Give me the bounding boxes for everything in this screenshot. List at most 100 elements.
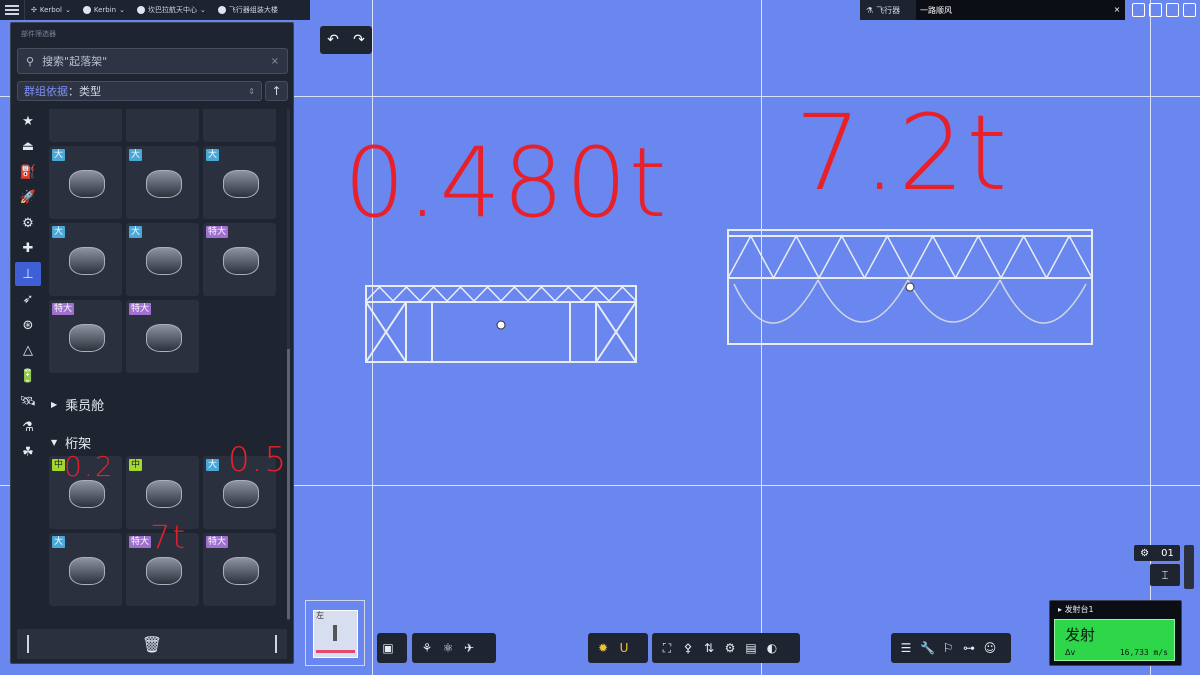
settings-icon[interactable]: [1183, 3, 1196, 17]
symmetry-widget[interactable]: 左: [305, 600, 365, 666]
control-icon[interactable]: ⚙: [15, 211, 41, 235]
building-icon: [217, 6, 226, 14]
part-tile[interactable]: 特大: [126, 300, 199, 373]
size-badge: 特大: [206, 536, 229, 548]
electrical-icon[interactable]: 🔋: [15, 364, 41, 388]
open-file-icon[interactable]: [1149, 3, 1162, 17]
breadcrumb-label: 飞行器组装大楼: [228, 6, 278, 14]
clear-search-button[interactable]: ×: [271, 56, 279, 67]
launch-button-label: 发射: [1065, 626, 1096, 644]
breadcrumb-space-center[interactable]: 坎巴拉航天中心 ⌄: [131, 0, 212, 20]
undo-icon[interactable]: ↶: [327, 32, 339, 48]
coupling-icon[interactable]: ⊥: [15, 262, 41, 286]
group-by-separator: ：: [68, 85, 79, 98]
cot-icon[interactable]: ⇅: [702, 641, 716, 655]
launch-panel: ▸ 发射台1 发射 Δv 16,733 m/s: [1049, 600, 1182, 666]
part-tile[interactable]: 大: [49, 223, 122, 296]
launch-site[interactable]: ▸ 发射台1: [1058, 604, 1094, 615]
part-tile[interactable]: [49, 109, 122, 142]
panel-footer: 🗑: [17, 629, 287, 659]
save-icon[interactable]: [1166, 3, 1179, 17]
group-by-select[interactable]: 群组依据 ： 类型 ⇕: [17, 81, 262, 101]
parts-panel: 部件筛选器 ⚲ 搜索"起落架" × 群组依据 ： 类型 ⇕ ↑ ★ ⏏ ⛽ 🚀 ⚙ ✚ ⊥ ➶…: [10, 22, 294, 664]
redo-icon[interactable]: ↷: [353, 32, 365, 48]
stage-counter[interactable]: ⚙ 01: [1134, 545, 1180, 561]
breadcrumb-kerbin[interactable]: Kerbin ⌄: [77, 0, 131, 20]
wrench-icon[interactable]: 🔧: [920, 641, 935, 655]
ground-icon[interactable]: ⊛: [15, 313, 41, 337]
trash-icon[interactable]: 🗑: [142, 635, 162, 654]
truss-small[interactable]: [360, 280, 645, 370]
annotation-mass-small: 0.480t: [344, 127, 669, 239]
offset-icon[interactable]: ⚛: [441, 641, 455, 655]
kerbal-icon[interactable]: ☺: [983, 641, 997, 655]
rotate-icon[interactable]: ✈: [462, 641, 476, 655]
communication-icon[interactable]: 🛰: [15, 390, 41, 414]
place-icon[interactable]: ⚘: [420, 641, 434, 655]
file-actions: [1128, 0, 1200, 20]
menu-icon[interactable]: [0, 0, 25, 20]
fuel-tank-icon[interactable]: ⛽: [15, 160, 41, 184]
part-tile[interactable]: 大: [126, 223, 199, 296]
sort-button[interactable]: ↑: [265, 81, 288, 101]
assembly-icon[interactable]: ▣: [381, 641, 395, 655]
size-badge: 特大: [129, 303, 152, 315]
section-crew[interactable]: ▶ 乘员舱: [51, 395, 104, 414]
gear-icon: ⚙: [1140, 547, 1150, 559]
launch-button[interactable]: 发射 Δv 16,733 m/s: [1054, 619, 1175, 661]
category-tabs: ★ ⏏ ⛽ 🚀 ⚙ ✚ ⊥ ➶ ⊛ △ 🔋 🛰 ⚗ ☘: [15, 109, 41, 466]
new-file-icon[interactable]: [1132, 3, 1145, 17]
com-icon[interactable]: ⛶: [660, 641, 674, 656]
col-icon[interactable]: ⚴: [681, 641, 695, 655]
part-tile[interactable]: 特大: [203, 223, 276, 296]
cargo-icon[interactable]: ☘: [15, 441, 41, 465]
engine-icon[interactable]: 🚀: [15, 186, 41, 210]
aero-icon[interactable]: ➶: [15, 288, 41, 312]
science-icon[interactable]: ⚗: [15, 415, 41, 439]
stage-number: 01: [1161, 547, 1174, 559]
part-tile[interactable]: 特大: [203, 533, 276, 606]
vessel-name-input[interactable]: 一路顺风: [916, 0, 1109, 20]
toolbar-view: ⛶ ⚴ ⇅ ⚙ ▤ ◐: [652, 633, 800, 663]
breadcrumb-vab[interactable]: 飞行器组装大楼: [212, 0, 284, 20]
part-tile[interactable]: 大: [49, 146, 122, 219]
scroll-thumb[interactable]: [287, 349, 290, 619]
size-badge: 大: [129, 149, 143, 161]
launch-site-label: 发射台1: [1064, 605, 1094, 614]
part-tile[interactable]: [126, 109, 199, 142]
search-input[interactable]: ⚲ 搜索"起落架" ×: [17, 48, 288, 74]
checklist-icon[interactable]: ☰: [899, 641, 913, 655]
toggle-icon[interactable]: ⊶: [962, 641, 976, 655]
magnet-icon[interactable]: U: [617, 641, 631, 655]
structural-icon[interactable]: ✚: [15, 237, 41, 261]
part-thumbnail-icon: [223, 557, 259, 585]
thermal-icon[interactable]: △: [15, 339, 41, 363]
stage-decoupler-icon[interactable]: ⌶: [1150, 564, 1180, 586]
part-tile[interactable]: [203, 109, 276, 142]
symmetry-count-icon[interactable]: ✹: [596, 641, 610, 655]
search-icon: ⚲: [26, 54, 35, 68]
vessel-label-text: 飞行器: [876, 5, 901, 15]
group-by-value: 类型: [79, 85, 101, 98]
size-badge: 特大: [129, 536, 152, 548]
paint-icon[interactable]: ◐: [765, 641, 779, 655]
engineer-icon[interactable]: ⚐: [941, 641, 955, 655]
pod-icon[interactable]: ⏏: [15, 135, 41, 159]
corner-left-icon: [27, 635, 37, 653]
clear-vessel-name-button[interactable]: ×: [1109, 0, 1125, 20]
truss-large[interactable]: [722, 224, 1100, 348]
breadcrumb-kerbol[interactable]: ✣ Kerbol ⌄: [25, 0, 77, 20]
part-tile[interactable]: 特大: [49, 300, 122, 373]
part-tile[interactable]: 大: [203, 146, 276, 219]
part-thumbnail-icon: [69, 247, 105, 275]
stage-scroll[interactable]: [1184, 545, 1194, 589]
part-tile[interactable]: 大: [126, 146, 199, 219]
star-icon[interactable]: ★: [15, 109, 41, 133]
attach-icon[interactable]: ⚙: [723, 641, 737, 655]
size-badge: 大: [206, 149, 220, 161]
scrollbar[interactable]: [287, 109, 290, 621]
part-tile[interactable]: 大: [49, 533, 122, 606]
part-thumbnail-icon: [69, 557, 105, 585]
stack-icon[interactable]: ▤: [744, 641, 758, 655]
chevron-icon: ⌄: [200, 6, 206, 14]
